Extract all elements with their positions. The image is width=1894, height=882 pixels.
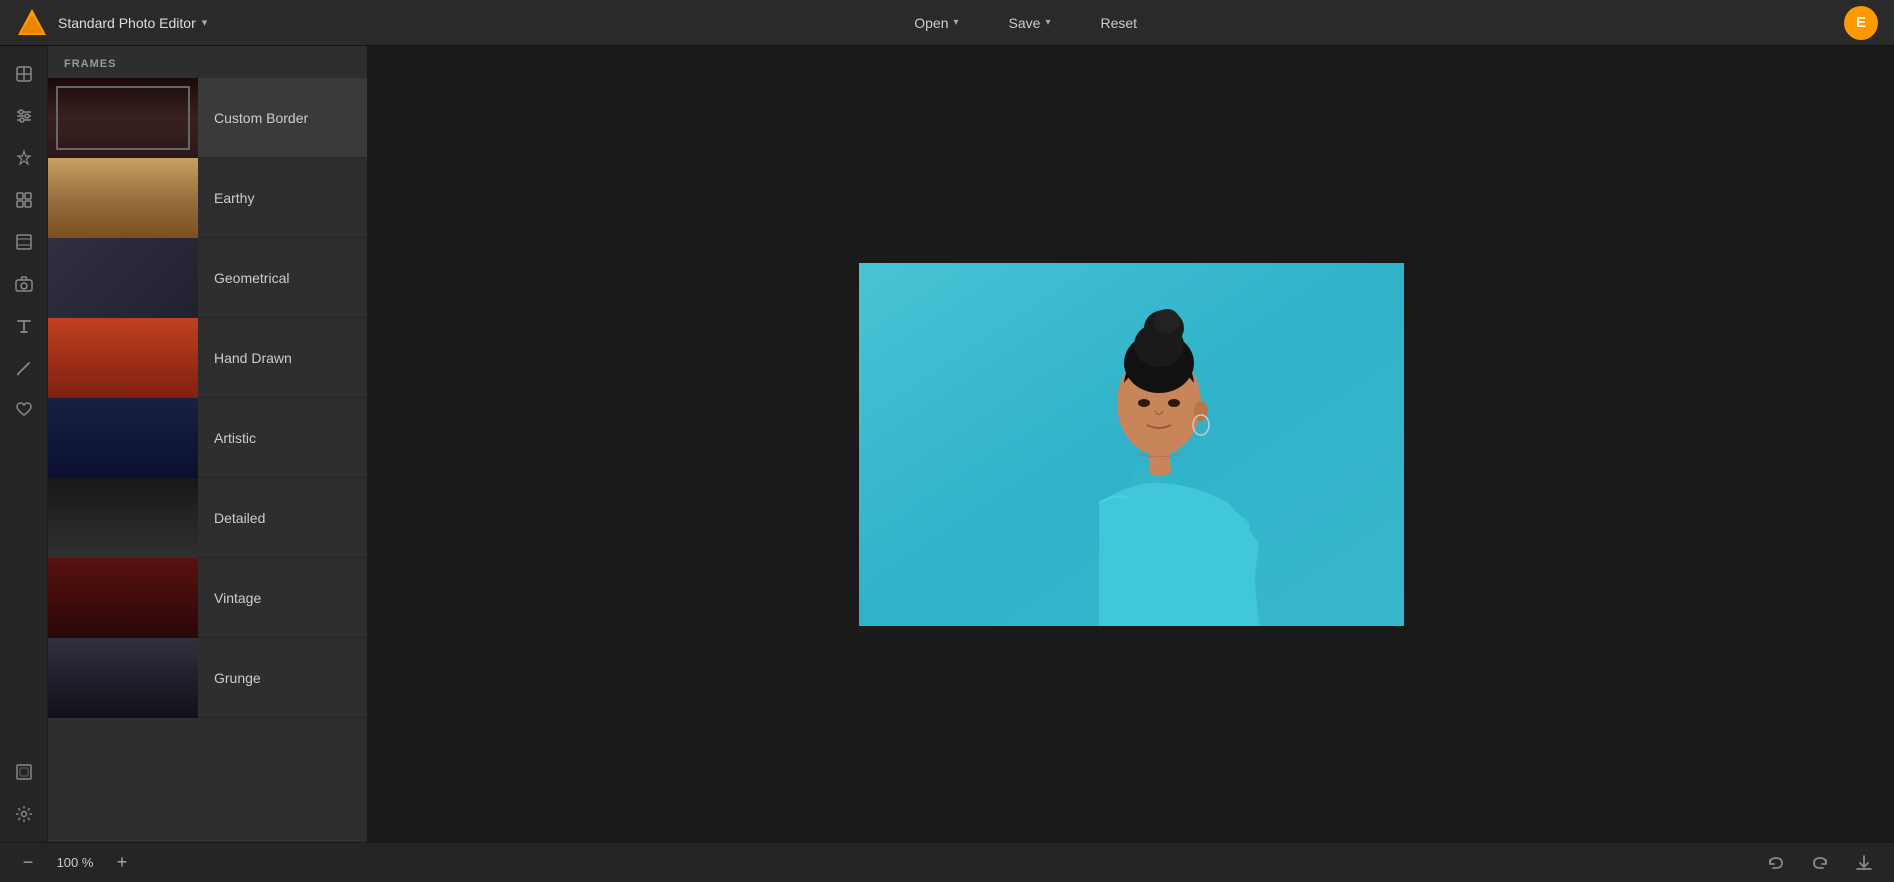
camera-icon-btn[interactable] [6, 266, 42, 302]
save-button[interactable]: Save ▾ [999, 9, 1061, 37]
frame-thumb-inner-detailed [48, 478, 198, 558]
brush-icon-btn[interactable] [6, 350, 42, 386]
frame-label-artistic: Artistic [198, 430, 272, 446]
text-frame-icon-btn[interactable] [6, 224, 42, 260]
canvas-image [859, 263, 1404, 626]
bottombar-right [1762, 849, 1878, 877]
frame-thumb-vintage [48, 558, 198, 638]
canvas-area[interactable] [368, 46, 1894, 842]
frame-item-custom-border[interactable]: Custom Border [48, 78, 367, 158]
frame-thumb-earthy [48, 158, 198, 238]
frame-label-custom-border: Custom Border [198, 110, 324, 126]
frames-list: Custom Border Earthy Geometrical Hand Drawn… [48, 78, 367, 842]
canvas-container [859, 263, 1404, 626]
zoom-controls: − 100 % + [16, 851, 134, 875]
frame-thumb-hand-drawn [48, 318, 198, 398]
download-button[interactable] [1850, 849, 1878, 877]
frame-square-icon-btn[interactable] [6, 754, 42, 790]
frame-thumb-inner-artistic [48, 398, 198, 478]
frame-thumb-inner-hand-drawn [48, 318, 198, 398]
zoom-out-button[interactable]: − [16, 851, 40, 875]
main-area: FRAMES Custom Border Earthy Geometrical Han… [0, 46, 1894, 842]
frame-thumb-inner-geometrical [48, 238, 198, 318]
heart-icon-btn[interactable] [6, 392, 42, 428]
frame-thumb-grunge [48, 638, 198, 718]
frame-thumb-geometrical [48, 238, 198, 318]
home-icon-btn[interactable] [6, 56, 42, 92]
frame-item-vintage[interactable]: Vintage [48, 558, 367, 638]
reset-button[interactable]: Reset [1090, 9, 1147, 37]
open-button[interactable]: Open ▾ [904, 9, 968, 37]
panels-sidebar: FRAMES Custom Border Earthy Geometrical Han… [48, 46, 368, 842]
photo-svg [859, 263, 1404, 626]
save-chevron-icon: ▾ [1045, 17, 1050, 28]
grid-icon-btn[interactable] [6, 182, 42, 218]
frame-item-earthy[interactable]: Earthy [48, 158, 367, 238]
zoom-in-button[interactable]: + [110, 851, 134, 875]
redo-button[interactable] [1806, 849, 1834, 877]
magic-icon-btn[interactable] [6, 140, 42, 176]
frame-item-grunge[interactable]: Grunge [48, 638, 367, 718]
frame-label-vintage: Vintage [198, 590, 277, 606]
topbar: Standard Photo Editor ▾ Open ▾ Save ▾ Re… [0, 0, 1894, 46]
frame-label-grunge: Grunge [198, 670, 277, 686]
frame-thumb-inner-custom-border [48, 78, 198, 158]
settings-icon-btn[interactable] [6, 796, 42, 832]
frame-thumb-inner-grunge [48, 638, 198, 718]
icon-sidebar [0, 46, 48, 842]
frame-item-artistic[interactable]: Artistic [48, 398, 367, 478]
frame-thumb-artistic [48, 398, 198, 478]
app-title-area[interactable]: Standard Photo Editor ▾ [58, 15, 207, 31]
open-chevron-icon: ▾ [953, 17, 958, 28]
frame-thumb-detailed [48, 478, 198, 558]
text-icon-btn[interactable] [6, 308, 42, 344]
undo-button[interactable] [1762, 849, 1790, 877]
frame-label-geometrical: Geometrical [198, 270, 305, 286]
zoom-level: 100 % [50, 855, 100, 870]
frame-label-earthy: Earthy [198, 190, 270, 206]
frame-thumb-custom-border [48, 78, 198, 158]
frame-thumb-inner-earthy [48, 158, 198, 238]
frame-label-hand-drawn: Hand Drawn [198, 350, 308, 366]
frame-label-detailed: Detailed [198, 510, 281, 526]
topbar-actions: Open ▾ Save ▾ Reset [207, 9, 1844, 37]
frames-header: FRAMES [48, 46, 367, 78]
app-title: Standard Photo Editor [58, 15, 196, 31]
frame-thumb-inner-vintage [48, 558, 198, 638]
frame-item-hand-drawn[interactable]: Hand Drawn [48, 318, 367, 398]
frame-item-detailed[interactable]: Detailed [48, 478, 367, 558]
app-logo[interactable] [16, 7, 48, 39]
bottombar: − 100 % + [0, 842, 1894, 882]
user-avatar[interactable]: E [1844, 6, 1878, 40]
sliders-icon-btn[interactable] [6, 98, 42, 134]
frame-item-geometrical[interactable]: Geometrical [48, 238, 367, 318]
